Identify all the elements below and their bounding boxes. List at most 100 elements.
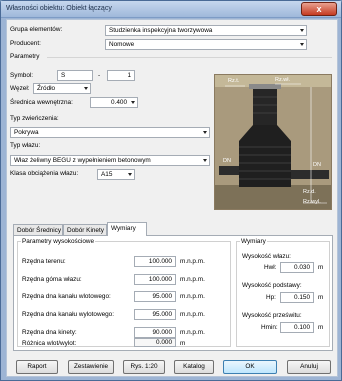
ok-button[interactable]: OK bbox=[223, 360, 277, 374]
symbol-number-value: 1 bbox=[127, 72, 131, 79]
hmin-field[interactable]: 0.100 bbox=[280, 322, 314, 333]
top-unit: m.n.p.m. bbox=[180, 276, 205, 283]
label-dn-left: DN bbox=[223, 158, 231, 164]
manhole-select[interactable]: Właz żeliwny BEGU z wypełnieniem betonow… bbox=[10, 155, 210, 166]
chevron-down-icon bbox=[203, 159, 207, 162]
hmin-label: Hmin: bbox=[261, 324, 278, 331]
params-divider bbox=[47, 57, 332, 58]
hp-label: Hp: bbox=[266, 294, 276, 301]
manhole-label: Typ włazu: bbox=[10, 142, 41, 149]
manhole-select-value: Właz żeliwny BEGU z wypełnieniem betonow… bbox=[14, 157, 151, 164]
hp-value: 0.150 bbox=[294, 294, 310, 301]
tab-panel-dimensions: Parametry wysokościowe Rzędna terenu: 10… bbox=[13, 235, 333, 351]
group-select-value: Studzienka inspekcyjna tworzywowa bbox=[109, 27, 213, 34]
symbol-prefix-value: S bbox=[61, 72, 66, 79]
label-rz-d: Rz.d. bbox=[303, 189, 316, 195]
diff-unit: m bbox=[180, 340, 186, 347]
tab-diameter[interactable]: Dobór Średnicy bbox=[13, 224, 63, 235]
tab-dimensions[interactable]: Wymiary bbox=[107, 222, 147, 236]
chevron-down-icon bbox=[300, 29, 304, 32]
chevron-down-icon bbox=[203, 131, 207, 134]
summary-button[interactable]: Zestawienie bbox=[68, 360, 114, 374]
cancel-button[interactable]: Anuluj bbox=[287, 360, 331, 374]
chevron-down-icon bbox=[128, 173, 132, 176]
symbol-prefix-field[interactable]: S bbox=[57, 70, 93, 81]
manhole-chamber bbox=[239, 125, 291, 187]
hwl-field[interactable]: 0.030 bbox=[280, 262, 314, 273]
outlet-unit: m.n.p.m. bbox=[180, 311, 205, 318]
finish-select-value: Pokrywa bbox=[14, 129, 39, 136]
producer-label: Producent: bbox=[10, 40, 41, 47]
manhole-cover-icon bbox=[249, 84, 281, 89]
hatch-label: Wysokość włazu: bbox=[242, 253, 291, 260]
dialog-window: Własności obiektu: Obiekt łączący x Grup… bbox=[0, 0, 342, 381]
params-group-label: Parametry bbox=[10, 53, 40, 60]
base-label: Wysokość podstawy: bbox=[242, 282, 302, 289]
heights-title: Parametry wysokościowe bbox=[21, 238, 96, 246]
load-select-value: A15 bbox=[101, 171, 113, 178]
load-select[interactable]: A15 bbox=[97, 169, 135, 180]
outlet-value: 95.000 bbox=[152, 311, 172, 318]
node-select[interactable]: Źródło bbox=[33, 83, 91, 94]
outlet-label: Rzędna dna kanału wylotowego: bbox=[22, 311, 115, 318]
tab-diameter-label: Dobór Średnicy bbox=[17, 227, 62, 234]
node-label: Węzeł: bbox=[10, 85, 30, 92]
label-rz-wl: Rz.wł. bbox=[275, 77, 290, 83]
hp-field[interactable]: 0.150 bbox=[280, 292, 314, 303]
hmin-unit: m bbox=[318, 324, 324, 331]
title-bar[interactable]: Własności obiektu: Obiekt łączący x bbox=[1, 1, 341, 18]
node-select-value: Źródło bbox=[37, 85, 56, 92]
finish-label: Typ zwieńczenia: bbox=[10, 115, 59, 122]
inlet-field[interactable]: 95.000 bbox=[134, 291, 176, 302]
figure-button[interactable]: Rys. 1:20 bbox=[123, 360, 165, 374]
inlet-label: Rzędna dna kanału wlotowego: bbox=[22, 293, 111, 300]
manhole-diagram: Rz.t. Rz.wł. DN DN Rz.d. Rz.wyl. bbox=[214, 74, 332, 210]
inlet-pipe bbox=[219, 166, 239, 175]
diameter-select[interactable]: 0.400 bbox=[90, 97, 138, 108]
group-label: Grupa elementów: bbox=[10, 26, 63, 33]
diff-value: 0.000 bbox=[156, 339, 172, 346]
window-title: Własności obiektu: Obiekt łączący bbox=[6, 5, 112, 12]
chevron-down-icon bbox=[131, 101, 135, 104]
terrain-label: Rzędna terenu: bbox=[22, 258, 66, 265]
terrain-field[interactable]: 100.000 bbox=[134, 256, 176, 267]
producer-select-value: Nomowe bbox=[109, 41, 135, 48]
outlet-pipe bbox=[291, 170, 329, 179]
symbol-label: Symbol: bbox=[10, 72, 34, 79]
dims-title: Wymiary bbox=[240, 238, 267, 246]
bed-value: 90.000 bbox=[152, 329, 172, 336]
close-button[interactable]: x bbox=[301, 2, 337, 16]
outlet-field[interactable]: 95.000 bbox=[134, 309, 176, 320]
chevron-down-icon bbox=[300, 43, 304, 46]
catalog-button[interactable]: Katalog bbox=[174, 360, 214, 374]
terrain-unit: m.n.p.m. bbox=[180, 258, 205, 265]
symbol-dash: - bbox=[98, 72, 101, 79]
load-label: Klasa obciążenia włazu: bbox=[10, 170, 79, 177]
label-dn-right: DN bbox=[313, 162, 321, 168]
group-select[interactable]: Studzienka inspekcyjna tworzywowa bbox=[105, 25, 307, 36]
finish-select[interactable]: Pokrywa bbox=[10, 127, 210, 138]
hmin-value: 0.100 bbox=[294, 324, 310, 331]
bed-field[interactable]: 90.000 bbox=[134, 327, 176, 338]
label-rz-t: Rz.t. bbox=[228, 78, 240, 84]
bed-unit: m.n.p.m. bbox=[180, 329, 205, 336]
diameter-label: Średnica wewnętrzna: bbox=[10, 99, 73, 106]
report-button[interactable]: Raport bbox=[16, 360, 58, 374]
diff-label: Różnica wlot/wylot: bbox=[22, 340, 77, 347]
hwl-unit: m bbox=[318, 264, 324, 271]
diameter-select-value: 0.400 bbox=[111, 99, 127, 106]
top-label: Rzędna góma włazu: bbox=[22, 276, 82, 283]
hp-unit: m bbox=[318, 294, 324, 301]
inlet-unit: m.n.p.m. bbox=[180, 293, 205, 300]
clear-label: Wysokość prześwitu: bbox=[242, 312, 302, 319]
dialog-client: Grupa elementów: Studzienka inspekcyjna … bbox=[6, 19, 338, 377]
tab-kinety[interactable]: Dobór Kinety bbox=[63, 224, 107, 235]
producer-select[interactable]: Nomowe bbox=[105, 39, 307, 50]
tab-dimensions-label: Wymiary bbox=[111, 225, 136, 232]
manhole-shaft bbox=[253, 89, 277, 125]
chevron-down-icon bbox=[84, 87, 88, 90]
inlet-value: 95.000 bbox=[152, 293, 172, 300]
top-field[interactable]: 100.000 bbox=[134, 274, 176, 285]
hwl-label: Hwł: bbox=[264, 264, 277, 271]
symbol-number-field[interactable]: 1 bbox=[107, 70, 135, 81]
